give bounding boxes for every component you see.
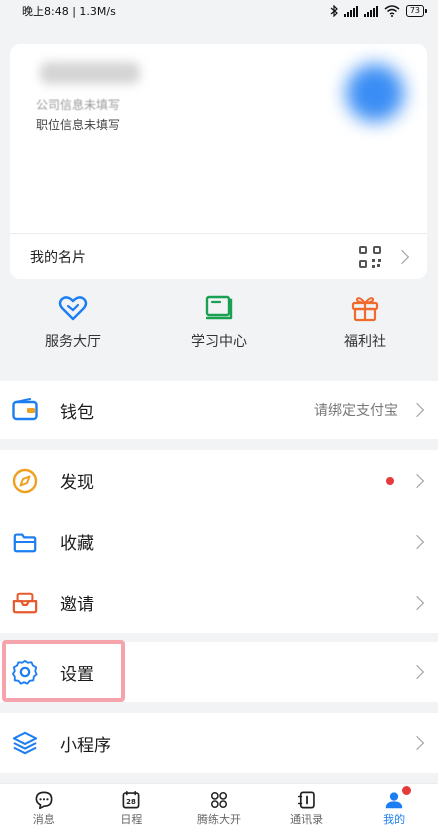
company-info: 公司信息未填写 (36, 98, 121, 112)
wifi-icon (384, 5, 400, 17)
discover-label: 发现 (60, 473, 94, 493)
position-info: 职位信息未填写 (36, 118, 121, 132)
layers-icon (12, 730, 38, 756)
apps-grid-icon (210, 791, 228, 809)
tab-label: 通讯录 (290, 813, 324, 826)
profile-card[interactable]: 公司信息未填写 职位信息未填写 我的名片 (10, 44, 427, 279)
menu-row-wallet[interactable]: 钱包 请绑定支付宝 (0, 381, 438, 439)
quick-actions: 服务大厅 学习中心 福利社 (0, 292, 438, 372)
tab-label: 消息 (32, 813, 55, 826)
quick-action-label: 学习中心 (191, 334, 247, 350)
quick-action-learning-center[interactable]: 学习中心 (146, 292, 292, 372)
invite-label: 邀请 (60, 595, 94, 615)
quick-action-service-hall[interactable]: 服务大厅 (0, 292, 146, 372)
book-icon (203, 292, 235, 324)
user-name-blurred (40, 62, 140, 84)
signal-icon-2 (363, 5, 378, 17)
tab-label: 日程 (120, 813, 143, 826)
bottom-tab-bar: 消息 28 日程 腾练大开 通讯录 我的 (0, 783, 438, 827)
wallet-icon (12, 397, 38, 423)
chat-bubble-icon (35, 791, 53, 809)
tab-contacts[interactable]: 通讯录 (263, 784, 351, 827)
invite-tray-icon (12, 590, 38, 616)
chevron-right-icon (409, 473, 425, 488)
signal-icon (343, 5, 358, 17)
menu-row-invite[interactable]: 邀请 (0, 572, 438, 633)
calendar-icon: 28 (122, 791, 140, 809)
wallet-label: 钱包 (60, 402, 94, 423)
settings-label: 设置 (60, 664, 94, 685)
wallet-alipay-hint: 请绑定支付宝 (314, 403, 398, 419)
quick-action-welfare[interactable]: 福利社 (292, 292, 438, 372)
menu-row-mini-programs[interactable]: 小程序 (0, 713, 438, 773)
notification-dot (402, 786, 412, 795)
bluetooth-icon (330, 5, 338, 17)
notification-dot (386, 476, 394, 485)
gift-icon (349, 292, 381, 324)
folder-icon (12, 529, 38, 555)
tab-apps[interactable]: 腾练大开 (175, 784, 263, 827)
quick-action-label: 服务大厅 (45, 334, 101, 350)
tab-me[interactable]: 我的 (350, 784, 438, 827)
chevron-right-icon (409, 595, 425, 610)
favorites-label: 收藏 (60, 534, 94, 554)
business-card-row[interactable]: 我的名片 (10, 234, 427, 279)
menu-row-settings[interactable]: 设置 (0, 642, 438, 702)
calendar-day: 28 (127, 798, 137, 806)
business-card-label: 我的名片 (30, 249, 86, 266)
avatar[interactable] (346, 64, 404, 122)
chevron-right-icon (394, 249, 410, 264)
chevron-right-icon (409, 735, 425, 751)
tab-label: 我的 (383, 813, 406, 826)
tab-schedule[interactable]: 28 日程 (88, 784, 176, 827)
tab-messages[interactable]: 消息 (0, 784, 88, 827)
chevron-right-icon (409, 402, 425, 418)
gear-icon (12, 659, 38, 685)
status-time-speed: 晚上8:48 | 1.3M/s (22, 5, 116, 18)
status-icons: 73 (330, 5, 428, 17)
menu-row-favorites[interactable]: 收藏 (0, 511, 438, 572)
mini-programs-label: 小程序 (60, 735, 111, 756)
contacts-book-icon (297, 791, 315, 809)
battery-icon: 73 (405, 5, 428, 17)
heart-outline-icon (57, 292, 89, 324)
quick-action-label: 福利社 (344, 334, 386, 350)
menu-row-discover[interactable]: 发现 (0, 450, 438, 511)
status-bar: 晚上8:48 | 1.3M/s 73 (0, 0, 438, 22)
chevron-right-icon (409, 664, 425, 680)
chevron-right-icon (409, 534, 425, 549)
tab-label: 腾练大开 (196, 813, 241, 826)
qr-code-icon[interactable] (359, 245, 381, 268)
compass-icon (12, 468, 38, 494)
